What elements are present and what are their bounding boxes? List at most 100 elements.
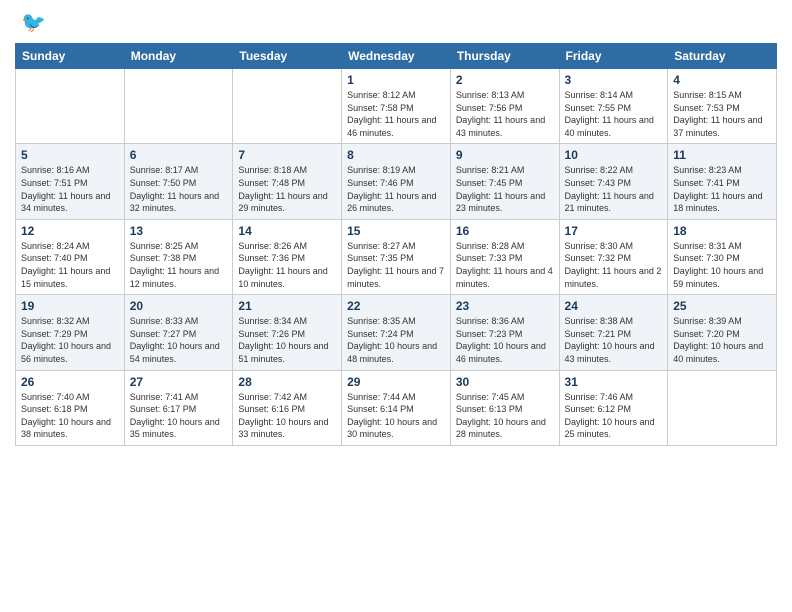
col-header-tuesday: Tuesday (233, 44, 342, 69)
calendar-cell: 8Sunrise: 8:19 AM Sunset: 7:46 PM Daylig… (342, 144, 451, 219)
calendar-cell: 21 Sunrise: 8:34 AM Sunset: 7:26 PM Dayli… (233, 295, 342, 370)
calendar-cell: 25Sunrise: 8:39 AM Sunset: 7:20 PM Dayli… (668, 295, 777, 370)
calendar-cell: 16 Sunrise: 8:28 AM Sunset: 7:33 PM Dayli… (450, 219, 559, 294)
day-info: Sunrise: 8:18 AM Sunset: 7:48 PM Dayligh… (238, 164, 336, 214)
logo: 🐦 (15, 10, 46, 35)
calendar-cell: 24 Sunrise: 8:38 AM Sunset: 7:21 PM Dayli… (559, 295, 668, 370)
calendar-cell: 26 Sunrise: 7:40 AM Sunset: 6:18 PM Dayli… (16, 370, 125, 445)
calendar-cell: 14Sunrise: 8:26 AM Sunset: 7:36 PM Dayli… (233, 219, 342, 294)
day-info: Sunrise: 7:40 AM Sunset: 6:18 PM Dayligh… (21, 391, 119, 441)
day-number: 6 (130, 148, 228, 162)
day-info: Sunrise: 7:41 AM Sunset: 6:17 PM Dayligh… (130, 391, 228, 441)
day-number: 2 (456, 73, 554, 87)
logo-bird-icon: 🐦 (21, 10, 46, 35)
day-info: Sunrise: 8:12 AM Sunset: 7:58 PM Dayligh… (347, 89, 445, 139)
calendar-table: SundayMondayTuesdayWednesdayThursdayFrid… (15, 43, 777, 446)
day-number: 13 (130, 224, 228, 238)
day-info: Sunrise: 8:28 AM Sunset: 7:33 PM Dayligh… (456, 240, 554, 290)
calendar-cell: 31 Sunrise: 7:46 AM Sunset: 6:12 PM Dayli… (559, 370, 668, 445)
day-info: Sunrise: 8:33 AM Sunset: 7:27 PM Dayligh… (130, 315, 228, 365)
day-number: 10 (565, 148, 663, 162)
day-info: Sunrise: 7:44 AM Sunset: 6:14 PM Dayligh… (347, 391, 445, 441)
calendar-cell (124, 69, 233, 144)
calendar-cell: 18 Sunrise: 8:31 AM Sunset: 7:30 PM Dayli… (668, 219, 777, 294)
day-number: 14 (238, 224, 336, 238)
day-info: Sunrise: 8:27 AM Sunset: 7:35 PM Dayligh… (347, 240, 445, 290)
col-header-saturday: Saturday (668, 44, 777, 69)
calendar-cell: 13 Sunrise: 8:25 AM Sunset: 7:38 PM Dayli… (124, 219, 233, 294)
day-info: Sunrise: 8:36 AM Sunset: 7:23 PM Dayligh… (456, 315, 554, 365)
calendar-week-2: 12 Sunrise: 8:24 AM Sunset: 7:40 PM Dayli… (16, 219, 777, 294)
calendar-cell: 17 Sunrise: 8:30 AM Sunset: 7:32 PM Dayli… (559, 219, 668, 294)
day-info: Sunrise: 8:25 AM Sunset: 7:38 PM Dayligh… (130, 240, 228, 290)
day-info: Sunrise: 8:17 AM Sunset: 7:50 PM Dayligh… (130, 164, 228, 214)
day-number: 31 (565, 375, 663, 389)
day-info: Sunrise: 8:23 AM Sunset: 7:41 PM Dayligh… (673, 164, 771, 214)
calendar-week-3: 19Sunrise: 8:32 AM Sunset: 7:29 PM Dayli… (16, 295, 777, 370)
calendar-cell (16, 69, 125, 144)
day-number: 16 (456, 224, 554, 238)
calendar-week-0: 1 Sunrise: 8:12 AM Sunset: 7:58 PM Daylig… (16, 69, 777, 144)
calendar-cell: 12 Sunrise: 8:24 AM Sunset: 7:40 PM Dayli… (16, 219, 125, 294)
calendar-cell: 28 Sunrise: 7:42 AM Sunset: 6:16 PM Dayli… (233, 370, 342, 445)
main-container: 🐦 SundayMondayTuesdayWednesdayThursdayFr… (0, 0, 792, 456)
day-info: Sunrise: 8:21 AM Sunset: 7:45 PM Dayligh… (456, 164, 554, 214)
day-number: 1 (347, 73, 445, 87)
day-info: Sunrise: 8:35 AM Sunset: 7:24 PM Dayligh… (347, 315, 445, 365)
calendar-week-1: 5 Sunrise: 8:16 AM Sunset: 7:51 PM Daylig… (16, 144, 777, 219)
day-number: 20 (130, 299, 228, 313)
day-info: Sunrise: 8:30 AM Sunset: 7:32 PM Dayligh… (565, 240, 663, 290)
day-number: 21 (238, 299, 336, 313)
calendar-cell: 6 Sunrise: 8:17 AM Sunset: 7:50 PM Daylig… (124, 144, 233, 219)
day-number: 24 (565, 299, 663, 313)
day-info: Sunrise: 8:24 AM Sunset: 7:40 PM Dayligh… (21, 240, 119, 290)
calendar-cell: 1 Sunrise: 8:12 AM Sunset: 7:58 PM Daylig… (342, 69, 451, 144)
col-header-wednesday: Wednesday (342, 44, 451, 69)
day-number: 5 (21, 148, 119, 162)
day-number: 28 (238, 375, 336, 389)
calendar-cell: 20 Sunrise: 8:33 AM Sunset: 7:27 PM Dayli… (124, 295, 233, 370)
day-number: 9 (456, 148, 554, 162)
day-number: 15 (347, 224, 445, 238)
day-info: Sunrise: 8:14 AM Sunset: 7:55 PM Dayligh… (565, 89, 663, 139)
calendar-cell: 3 Sunrise: 8:14 AM Sunset: 7:55 PM Daylig… (559, 69, 668, 144)
day-info: Sunrise: 7:46 AM Sunset: 6:12 PM Dayligh… (565, 391, 663, 441)
day-number: 11 (673, 148, 771, 162)
day-info: Sunrise: 8:38 AM Sunset: 7:21 PM Dayligh… (565, 315, 663, 365)
day-number: 17 (565, 224, 663, 238)
calendar-cell: 10Sunrise: 8:22 AM Sunset: 7:43 PM Dayli… (559, 144, 668, 219)
calendar-cell: 11 Sunrise: 8:23 AM Sunset: 7:41 PM Dayli… (668, 144, 777, 219)
calendar-cell: 29 Sunrise: 7:44 AM Sunset: 6:14 PM Dayli… (342, 370, 451, 445)
day-number: 4 (673, 73, 771, 87)
day-number: 7 (238, 148, 336, 162)
calendar-cell: 15 Sunrise: 8:27 AM Sunset: 7:35 PM Dayli… (342, 219, 451, 294)
day-number: 18 (673, 224, 771, 238)
header: 🐦 (15, 10, 777, 35)
day-info: Sunrise: 7:42 AM Sunset: 6:16 PM Dayligh… (238, 391, 336, 441)
calendar-cell: 7 Sunrise: 8:18 AM Sunset: 7:48 PM Daylig… (233, 144, 342, 219)
day-number: 19 (21, 299, 119, 313)
day-info: Sunrise: 8:19 AM Sunset: 7:46 PM Dayligh… (347, 164, 445, 214)
calendar-cell: 22Sunrise: 8:35 AM Sunset: 7:24 PM Dayli… (342, 295, 451, 370)
day-info: Sunrise: 8:16 AM Sunset: 7:51 PM Dayligh… (21, 164, 119, 214)
calendar-cell: 2Sunrise: 8:13 AM Sunset: 7:56 PM Daylig… (450, 69, 559, 144)
day-number: 3 (565, 73, 663, 87)
col-header-friday: Friday (559, 44, 668, 69)
day-number: 30 (456, 375, 554, 389)
calendar-cell: 30Sunrise: 7:45 AM Sunset: 6:13 PM Dayli… (450, 370, 559, 445)
day-number: 12 (21, 224, 119, 238)
calendar-cell: 4 Sunrise: 8:15 AM Sunset: 7:53 PM Daylig… (668, 69, 777, 144)
calendar-cell: 5 Sunrise: 8:16 AM Sunset: 7:51 PM Daylig… (16, 144, 125, 219)
calendar-cell: 9 Sunrise: 8:21 AM Sunset: 7:45 PM Daylig… (450, 144, 559, 219)
day-number: 29 (347, 375, 445, 389)
day-info: Sunrise: 8:15 AM Sunset: 7:53 PM Dayligh… (673, 89, 771, 139)
day-info: Sunrise: 8:34 AM Sunset: 7:26 PM Dayligh… (238, 315, 336, 365)
day-number: 27 (130, 375, 228, 389)
day-number: 26 (21, 375, 119, 389)
calendar-cell: 19Sunrise: 8:32 AM Sunset: 7:29 PM Dayli… (16, 295, 125, 370)
day-number: 23 (456, 299, 554, 313)
calendar-cell: 23 Sunrise: 8:36 AM Sunset: 7:23 PM Dayli… (450, 295, 559, 370)
day-number: 25 (673, 299, 771, 313)
col-header-thursday: Thursday (450, 44, 559, 69)
day-info: Sunrise: 8:31 AM Sunset: 7:30 PM Dayligh… (673, 240, 771, 290)
